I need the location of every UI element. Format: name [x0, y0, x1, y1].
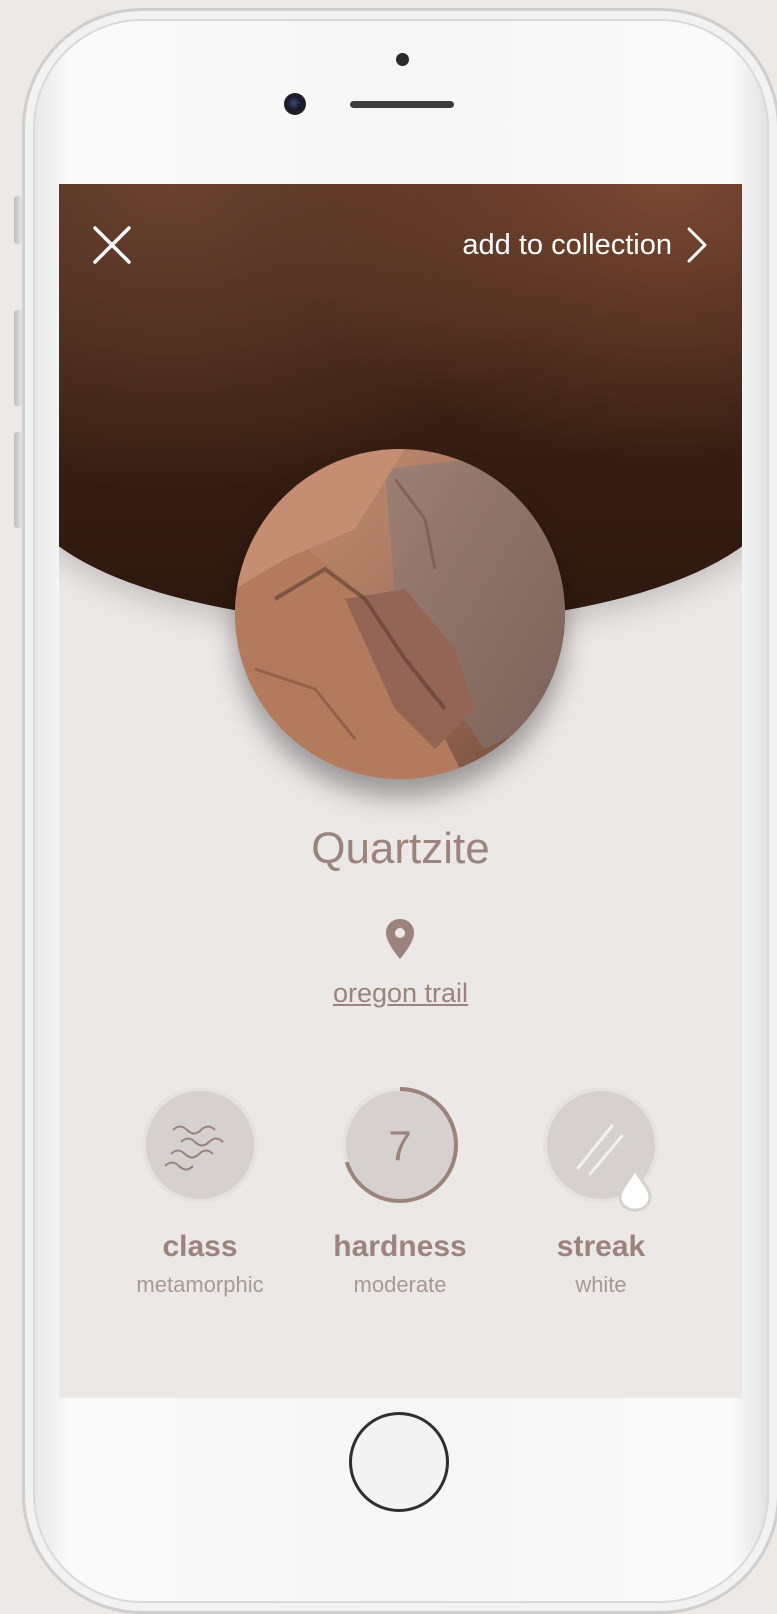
volume-up-button: [14, 310, 22, 406]
add-to-collection-button[interactable]: add to collection: [462, 224, 708, 266]
mute-switch: [14, 196, 22, 244]
hardness-gauge: 7: [341, 1086, 459, 1204]
streak-drop-icon: [543, 1087, 659, 1212]
rock-name: Quartzite: [311, 824, 490, 873]
waves-icon: [142, 1087, 258, 1203]
stat-value: moderate: [353, 1272, 447, 1297]
front-camera: [284, 93, 306, 115]
stat-label: streak: [556, 1230, 646, 1263]
volume-down-button: [14, 432, 22, 528]
stat-value: metamorphic: [136, 1272, 264, 1297]
earpiece-speaker: [350, 101, 454, 108]
stat-hardness[interactable]: 7 hardness moderate: [300, 1086, 500, 1298]
stat-label: class: [162, 1230, 238, 1263]
stat-value: white: [575, 1272, 627, 1297]
stat-label: hardness: [333, 1230, 467, 1263]
stat-streak[interactable]: streak white: [501, 1086, 701, 1298]
home-button[interactable]: [349, 1412, 449, 1512]
rock-photo: [235, 449, 565, 779]
proximity-sensor: [396, 53, 409, 66]
hardness-number: 7: [388, 1122, 411, 1169]
close-icon: [93, 226, 131, 264]
stat-class[interactable]: class metamorphic: [100, 1086, 300, 1298]
streak-badge: [542, 1086, 660, 1212]
close-button[interactable]: [89, 222, 135, 268]
location-link[interactable]: oregon trail: [59, 978, 742, 1009]
map-pin-icon: [386, 919, 414, 959]
class-badge: [141, 1086, 259, 1204]
app-screen: add to collection Quartzite oregon trail…: [59, 184, 742, 1398]
add-to-collection-label: add to collection: [462, 228, 672, 261]
chevron-right-icon: [687, 227, 707, 263]
